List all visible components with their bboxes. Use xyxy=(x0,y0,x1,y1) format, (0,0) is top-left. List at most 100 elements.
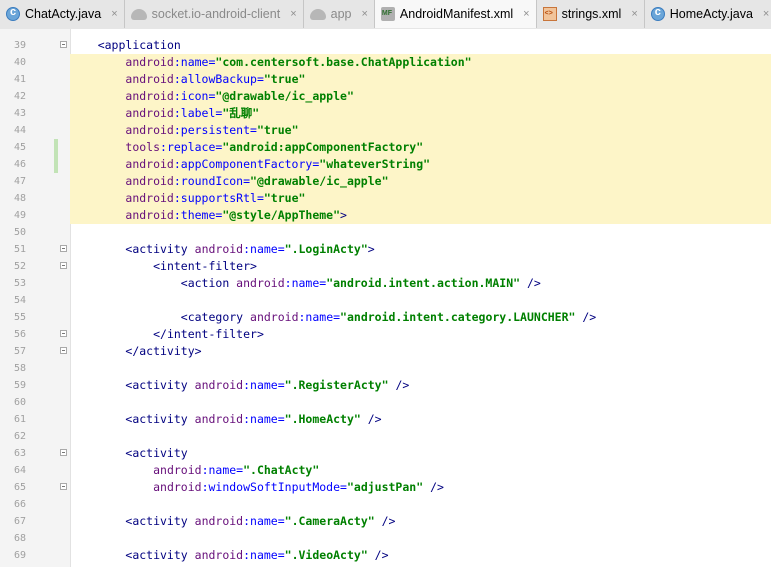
code-line[interactable]: 54 xyxy=(0,292,771,309)
close-icon[interactable]: × xyxy=(763,8,769,20)
code-line[interactable]: 40 android:name="com.centersoft.base.Cha… xyxy=(0,54,771,71)
code-line[interactable]: 61 <activity android:name=".HomeActy" /> xyxy=(0,411,771,428)
line-number: 39 xyxy=(13,40,26,51)
tab-app[interactable]: app × xyxy=(304,0,375,28)
code-line[interactable]: 53 <action android:name="android.intent.… xyxy=(0,275,771,292)
fold-toggle-icon[interactable] xyxy=(60,330,67,337)
code-line[interactable]: 67 <activity android:name=".CameraActy" … xyxy=(0,513,771,530)
tab-socket-io-android-client[interactable]: socket.io-android-client × xyxy=(125,0,304,28)
code-text[interactable]: <activity android:name=".VideoActy" /> xyxy=(70,547,389,564)
code-line[interactable]: 47 android:roundIcon="@drawable/ic_apple… xyxy=(0,173,771,190)
code-text[interactable]: android:allowBackup="true" xyxy=(70,71,771,88)
code-token: /> xyxy=(423,480,444,494)
fold-toggle-icon[interactable] xyxy=(60,262,67,269)
code-text[interactable]: android:name="com.centersoft.base.ChatAp… xyxy=(70,54,771,71)
fold-toggle-icon[interactable] xyxy=(60,449,67,456)
code-text[interactable]: tools:replace="android:appComponentFacto… xyxy=(70,139,771,156)
code-text[interactable]: <intent-filter> xyxy=(70,258,257,275)
code-text[interactable]: <activity android:name=".LoginActy"> xyxy=(70,241,374,258)
close-icon[interactable]: × xyxy=(111,8,117,20)
code-text[interactable]: <action android:name="android.intent.act… xyxy=(70,275,541,292)
code-line[interactable]: 66 xyxy=(0,496,771,513)
code-text[interactable]: <category android:name="android.intent.c… xyxy=(70,309,596,326)
code-line[interactable]: 58 xyxy=(0,360,771,377)
code-line[interactable]: 64 android:name=".ChatActy" xyxy=(0,462,771,479)
code-line[interactable]: 44 android:persistent="true" xyxy=(0,122,771,139)
code-line[interactable]: 52 <intent-filter> xyxy=(0,258,771,275)
code-token: /> xyxy=(367,548,389,562)
code-line[interactable]: 43 android:label="乱聊" xyxy=(0,105,771,122)
line-number: 58 xyxy=(13,363,26,374)
code-text[interactable]: android:appComponentFactory="whateverStr… xyxy=(70,156,771,173)
tab-strings-xml[interactable]: strings.xml × xyxy=(537,0,645,28)
code-text[interactable]: <activity xyxy=(70,445,187,462)
code-line[interactable]: 50 xyxy=(0,224,771,241)
code-text[interactable]: android:label="乱聊" xyxy=(70,105,771,122)
code-text[interactable]: </intent-filter> xyxy=(70,326,264,343)
line-number: 60 xyxy=(13,397,26,408)
code-text[interactable]: <activity android:name=".RegisterActy" /… xyxy=(70,377,409,394)
close-icon[interactable]: × xyxy=(631,8,637,20)
close-icon[interactable]: × xyxy=(290,8,296,20)
code-line[interactable]: 42 android:icon="@drawable/ic_apple" xyxy=(0,88,771,105)
vcs-change-marker[interactable] xyxy=(54,139,58,156)
code-line[interactable]: 46 android:appComponentFactory="whatever… xyxy=(0,156,771,173)
code-line[interactable]: 57 </activity> xyxy=(0,343,771,360)
code-text[interactable]: android:name=".ChatActy" xyxy=(70,462,319,479)
code-line[interactable]: 51 <activity android:name=".LoginActy"> xyxy=(0,241,771,258)
code-token: <activity xyxy=(125,412,195,426)
code-line[interactable]: 39 <application xyxy=(0,37,771,54)
tab-chatacty-java[interactable]: ChatActy.java × xyxy=(0,0,125,28)
fold-toggle-icon[interactable] xyxy=(60,347,67,354)
code-line[interactable]: 65 android:windowSoftInputMode="adjustPa… xyxy=(0,479,771,496)
code-token: <action xyxy=(180,276,237,290)
code-token: android xyxy=(125,89,174,103)
fold-toggle-icon[interactable] xyxy=(60,245,67,252)
code-text[interactable]: android:roundIcon="@drawable/ic_apple" xyxy=(70,173,771,190)
tab-androidmanifest-xml[interactable]: AndroidManifest.xml × xyxy=(374,0,537,28)
code-text[interactable]: <activity android:name=".CameraActy" /> xyxy=(70,513,395,530)
code-line[interactable]: 60 xyxy=(0,394,771,411)
close-icon[interactable]: × xyxy=(361,8,367,20)
code-line[interactable]: 48 android:supportsRtl="true" xyxy=(0,190,771,207)
fold-toggle-icon[interactable] xyxy=(60,483,67,490)
code-line[interactable]: 69 <activity android:name=".VideoActy" /… xyxy=(0,547,771,564)
code-text[interactable]: android:persistent="true" xyxy=(70,122,771,139)
tab-homeacty-java[interactable]: HomeActy.java × xyxy=(645,0,771,28)
line-number: 55 xyxy=(13,312,26,323)
code-line[interactable]: 41 android:allowBackup="true" xyxy=(0,71,771,88)
code-token: android xyxy=(250,310,299,324)
code-line[interactable]: 56 </intent-filter> xyxy=(0,326,771,343)
code-text[interactable]: android:supportsRtl="true" xyxy=(70,190,771,207)
fold-toggle-icon[interactable] xyxy=(60,41,67,48)
line-number: 61 xyxy=(13,414,26,425)
code-line[interactable]: 62 xyxy=(0,428,771,445)
code-token: "whateverString" xyxy=(319,157,431,171)
code-token: /> xyxy=(388,378,410,392)
code-text[interactable]: android:windowSoftInputMode="adjustPan" … xyxy=(70,479,444,496)
line-number: 59 xyxy=(13,380,26,391)
code-line[interactable]: 55 <category android:name="android.inten… xyxy=(0,309,771,326)
code-line[interactable]: 49 android:theme="@style/AppTheme"> xyxy=(0,207,771,224)
code-line[interactable]: 45 tools:replace="android:appComponentFa… xyxy=(0,139,771,156)
code-line[interactable]: 63 <activity xyxy=(0,445,771,462)
line-number: 65 xyxy=(13,482,26,493)
code-line[interactable]: 68 xyxy=(0,530,771,547)
code-token: :windowSoftInputMode= xyxy=(201,480,347,494)
code-text[interactable]: android:icon="@drawable/ic_apple" xyxy=(70,88,771,105)
code-token: :theme= xyxy=(173,208,223,222)
code-text[interactable]: android:theme="@style/AppTheme"> xyxy=(70,207,771,224)
code-text[interactable]: <activity android:name=".HomeActy" /> xyxy=(70,411,381,428)
close-icon[interactable]: × xyxy=(523,8,529,20)
code-token: android xyxy=(125,106,174,120)
tab-label: HomeActy.java xyxy=(669,7,753,21)
code-line[interactable]: 59 <activity android:name=".RegisterActy… xyxy=(0,377,771,394)
code-text[interactable]: </activity> xyxy=(70,343,201,360)
code-text[interactable]: <application xyxy=(70,37,181,54)
code-editor[interactable]: 39 <application 40 android:name="com.cent… xyxy=(0,29,771,567)
vcs-change-marker[interactable] xyxy=(54,156,58,173)
